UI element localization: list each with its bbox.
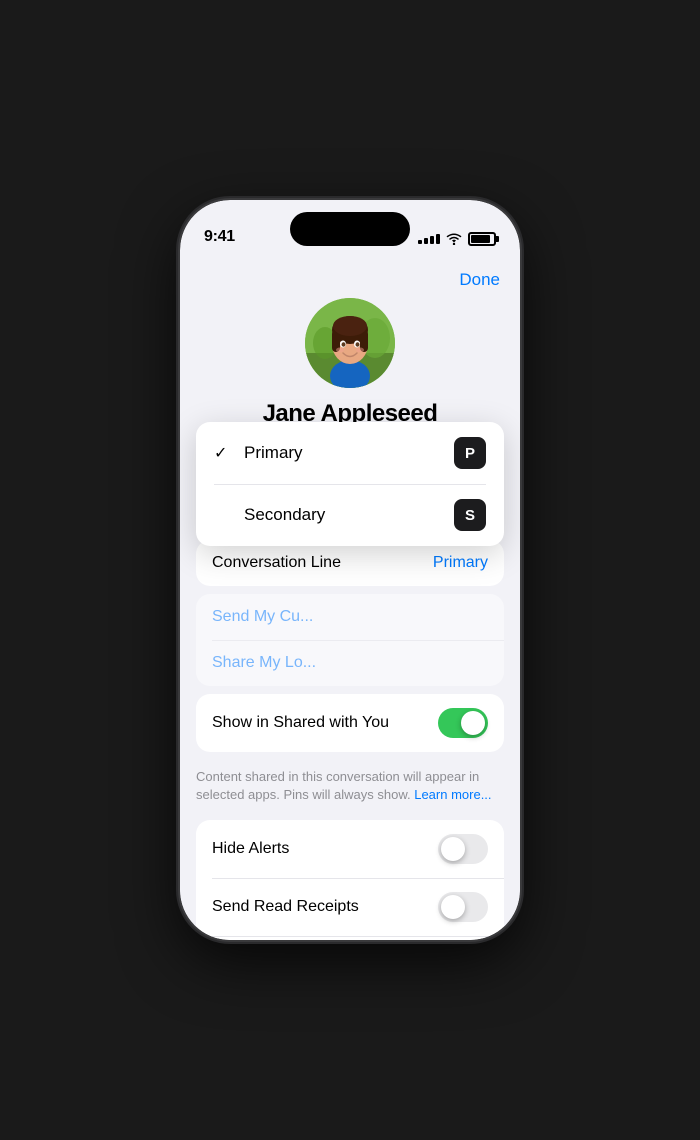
send-read-receipts-toggle[interactable]: [438, 892, 488, 922]
dynamic-island: [290, 212, 410, 246]
show-in-shared-row[interactable]: Show in Shared with You: [196, 694, 504, 752]
status-time: 9:41: [204, 228, 235, 246]
wifi-icon: [446, 233, 462, 245]
call-button[interactable]: call: [196, 448, 266, 520]
info-button[interactable]: info: [435, 448, 505, 520]
video-label: video: [296, 492, 325, 506]
send-my-current-row[interactable]: Send My Cu...: [196, 594, 504, 640]
mail-icon: [378, 460, 402, 486]
bottom-settings-group: Hide Alerts Send Read Receipts Share Foc…: [196, 820, 504, 940]
extra-settings-group: Send My Cu... Share My Lo...: [196, 594, 504, 686]
content-sheet: Done: [180, 254, 520, 940]
share-my-location-label: Share My Lo...: [212, 654, 316, 672]
avatar: [305, 298, 395, 388]
send-read-receipts-row[interactable]: Send Read Receipts: [196, 878, 504, 936]
phone-frame: 9:41: [180, 200, 520, 940]
mail-button[interactable]: mail: [355, 448, 425, 520]
battery-icon: [468, 232, 496, 246]
conversation-line-label: Conversation Line: [212, 554, 341, 572]
send-my-current-label: Send My Cu...: [212, 608, 313, 626]
info-icon: [458, 460, 480, 488]
video-button[interactable]: video: [276, 448, 346, 520]
done-button[interactable]: Done: [459, 270, 500, 290]
send-read-receipts-label: Send Read Receipts: [212, 898, 359, 916]
share-focus-status-row[interactable]: Share Focus Status: [196, 936, 504, 940]
show-in-shared-toggle[interactable]: [438, 708, 488, 738]
phone-screen: 9:41: [180, 200, 520, 940]
learn-more-link[interactable]: Learn more...: [414, 787, 491, 802]
action-buttons-row: call video: [180, 448, 520, 540]
profile-section: Jane Appleseed: [180, 298, 520, 448]
show-in-shared-label: Show in Shared with You: [212, 714, 389, 732]
share-my-location-row[interactable]: Share My Lo...: [196, 640, 504, 686]
hide-alerts-row[interactable]: Hide Alerts: [196, 820, 504, 878]
conversation-line-value: Primary: [433, 554, 488, 572]
hide-alerts-toggle[interactable]: [438, 834, 488, 864]
hide-alerts-label: Hide Alerts: [212, 840, 289, 858]
shared-description: Content shared in this conversation will…: [180, 760, 520, 820]
conversation-line-group: Conversation Line Primary: [196, 540, 504, 586]
signal-icon: [418, 234, 440, 244]
status-icons: [418, 232, 496, 246]
sheet-header: Done: [180, 254, 520, 298]
info-label: info: [460, 494, 479, 508]
video-icon: [298, 460, 322, 486]
call-icon: [220, 460, 242, 488]
show-in-shared-group: Show in Shared with You: [196, 694, 504, 752]
conversation-line-row[interactable]: Conversation Line Primary: [196, 540, 504, 586]
call-label: call: [222, 494, 240, 508]
mail-label: mail: [379, 492, 401, 506]
contact-name: Jane Appleseed: [263, 400, 438, 428]
